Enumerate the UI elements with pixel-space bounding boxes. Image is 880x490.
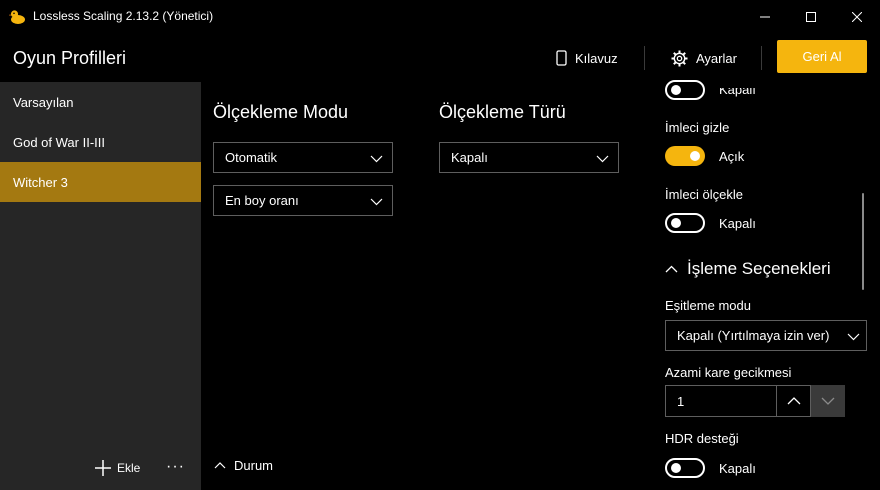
minimize-button[interactable] — [742, 0, 788, 34]
chevron-down-icon — [370, 198, 383, 206]
increment-button[interactable] — [776, 385, 811, 417]
latency-value: 1 — [677, 393, 685, 409]
dropdown-value: Kapalı (Yırtılmaya izin ver) — [677, 328, 830, 343]
max-frame-latency-label: Azami kare gecikmesi — [665, 365, 792, 380]
toggle-knob — [671, 463, 681, 473]
hdr-support-label: HDR desteği — [665, 431, 739, 446]
hdr-support-toggle[interactable] — [665, 458, 705, 478]
minimize-icon — [760, 16, 770, 18]
aspect-ratio-dropdown[interactable]: En boy oranı — [213, 185, 393, 216]
window-title: Lossless Scaling 2.13.2 (Yönetici) — [33, 9, 214, 23]
maximize-button[interactable] — [788, 0, 834, 34]
header-divider — [761, 46, 762, 70]
maximize-icon — [806, 12, 816, 22]
hide-cursor-state: Açık — [719, 149, 745, 164]
scaling-type-title: Ölçekleme Türü — [439, 102, 566, 122]
rendering-options-header[interactable]: İşleme Seçenekleri — [665, 259, 831, 279]
dropdown-value: Kapalı — [451, 150, 488, 165]
sync-mode-label: Eşitleme modu — [665, 298, 751, 313]
guide-label: Kılavuz — [575, 50, 618, 66]
toggle-knob — [690, 151, 700, 161]
page-title: Oyun Profilleri — [13, 48, 127, 68]
scale-cursor-label: İmleci ölçekle — [665, 187, 744, 202]
profile-item-god-of-war[interactable]: God of War II-III — [0, 122, 201, 162]
add-label: Ekle — [117, 461, 141, 475]
chevron-down-icon — [596, 155, 609, 163]
plus-icon — [95, 460, 111, 476]
profile-label: Witcher 3 — [13, 174, 68, 190]
more-options-button[interactable]: ··· — [166, 458, 185, 476]
scale-cursor-state: Kapalı — [719, 216, 756, 231]
status-label: Durum — [234, 458, 274, 473]
dropdown-value: En boy oranı — [225, 193, 299, 208]
dropdown-value: Otomatik — [225, 150, 278, 165]
scaling-mode-title: Ölçekleme Modu — [213, 102, 349, 122]
add-profile-button[interactable]: Ekle — [95, 460, 140, 476]
header-divider — [644, 46, 645, 70]
section-title: İşleme Seçenekleri — [687, 259, 831, 278]
max-frame-latency-stepper: 1 — [665, 385, 845, 417]
latency-value-input[interactable]: 1 — [665, 385, 777, 417]
status-expander[interactable]: Durum — [214, 458, 273, 473]
toggle-knob — [671, 85, 681, 95]
hdr-support-state: Kapalı — [719, 461, 756, 476]
chevron-down-icon — [370, 155, 383, 163]
hide-cursor-toggle[interactable] — [665, 146, 705, 166]
title-bar: Lossless Scaling 2.13.2 (Yönetici) — [0, 0, 880, 34]
phone-icon — [556, 50, 567, 66]
chevron-up-icon — [665, 265, 678, 272]
hide-cursor-label: İmleci gizle — [665, 120, 730, 135]
profiles-sidebar: Varsayılan God of War II-III Witcher 3 E… — [0, 82, 201, 490]
guide-button[interactable]: Kılavuz — [556, 46, 618, 70]
revert-button[interactable]: Geri Al — [777, 40, 867, 73]
profile-label: Varsayılan — [13, 94, 74, 110]
settings-label: Ayarlar — [696, 50, 737, 66]
close-icon — [852, 12, 862, 22]
chevron-down-icon — [847, 333, 860, 341]
profile-label: God of War II-III — [13, 134, 105, 150]
toggle-knob — [671, 218, 681, 228]
close-button[interactable] — [834, 0, 880, 34]
scale-cursor-toggle[interactable] — [665, 213, 705, 233]
scaling-type-dropdown[interactable]: Kapalı — [439, 142, 619, 173]
partial-toggle-state: Kapalı — [719, 82, 756, 97]
decrement-button[interactable] — [811, 385, 845, 417]
header-bar: Oyun Profilleri Kılavuz Ayarlar Geri Al — [0, 34, 880, 82]
partial-toggle-switch[interactable] — [665, 80, 705, 100]
chevron-up-icon — [787, 397, 800, 405]
chevron-down-icon — [821, 397, 835, 405]
duck-app-icon — [9, 10, 25, 24]
right-panel-scrollbar[interactable] — [862, 193, 864, 290]
scaling-mode-dropdown[interactable]: Otomatik — [213, 142, 393, 173]
profile-item-default[interactable]: Varsayılan — [0, 82, 201, 122]
gear-icon — [671, 50, 688, 66]
settings-button[interactable]: Ayarlar — [671, 46, 737, 70]
chevron-up-icon — [214, 461, 226, 468]
sync-mode-dropdown[interactable]: Kapalı (Yırtılmaya izin ver) — [665, 320, 867, 351]
profile-item-witcher-3[interactable]: Witcher 3 — [0, 162, 201, 202]
